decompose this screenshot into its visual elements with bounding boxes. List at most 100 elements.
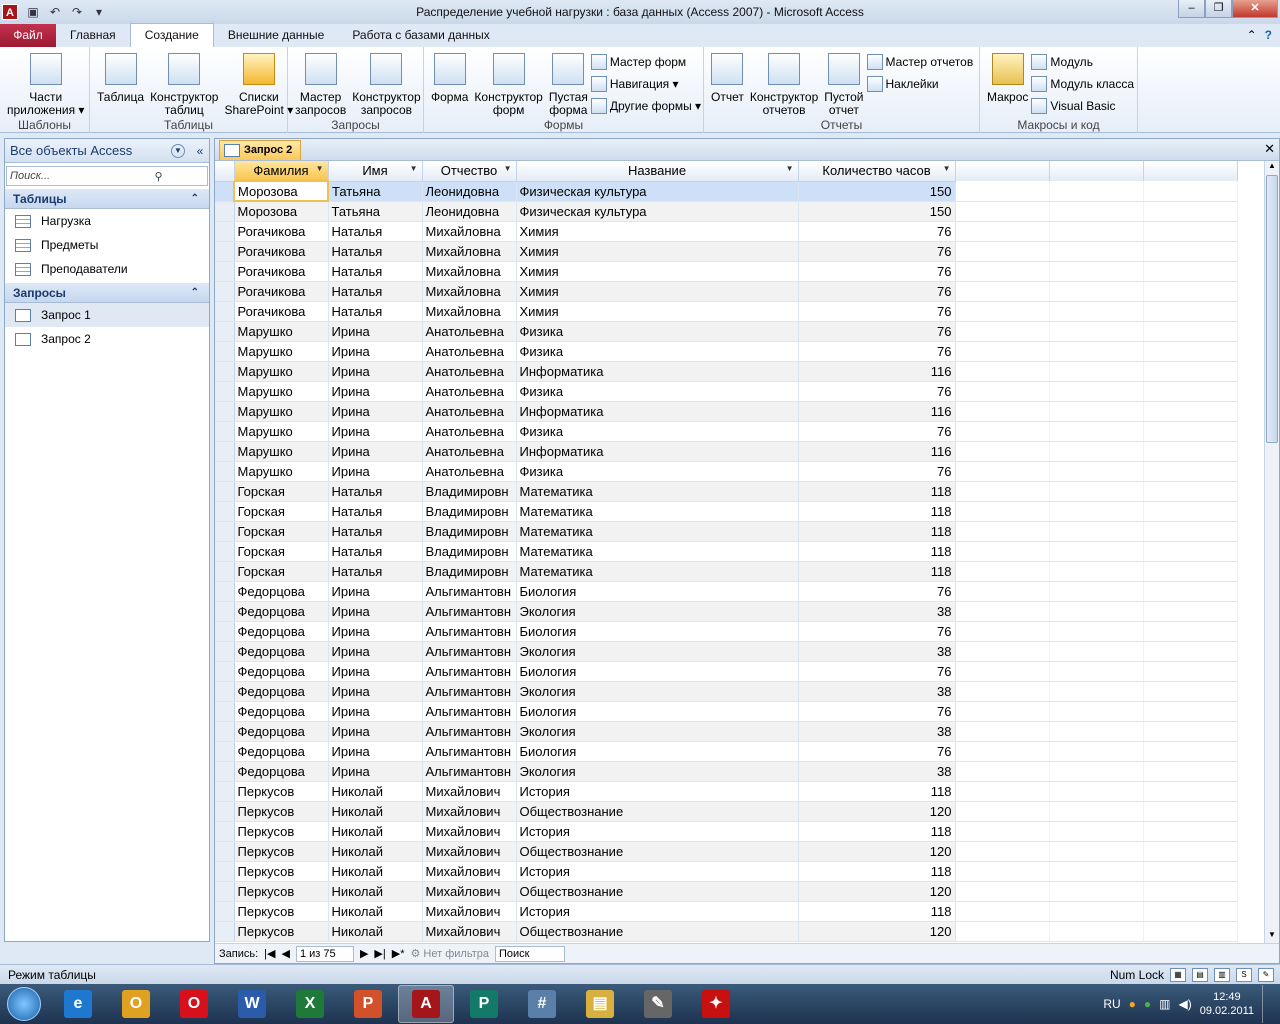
- table-cell[interactable]: Михайловна: [422, 301, 517, 322]
- table-row[interactable]: Марушко Ирина Анатольевна Физика 76: [215, 421, 1238, 442]
- first-record-icon[interactable]: |◀: [264, 947, 275, 960]
- table-cell[interactable]: Наталья: [328, 481, 423, 502]
- table-cell[interactable]: Наталья: [328, 281, 423, 302]
- chevron-down-icon[interactable]: ▼: [171, 143, 185, 158]
- table-cell[interactable]: Перкусов: [234, 861, 329, 882]
- table-cell[interactable]: 76: [798, 621, 956, 642]
- table-cell[interactable]: Михайлович: [422, 821, 517, 842]
- table-cell[interactable]: Химия: [516, 281, 799, 302]
- table-cell[interactable]: 118: [798, 901, 956, 922]
- table-cell[interactable]: Альгимантовн: [422, 641, 517, 662]
- table-cell[interactable]: Михайловна: [422, 281, 517, 302]
- table-cell[interactable]: Альгимантовн: [422, 701, 517, 722]
- table-cell[interactable]: 116: [798, 361, 956, 382]
- collapse-pane-icon[interactable]: «: [191, 144, 209, 158]
- table-row[interactable]: Марушко Ирина Анатольевна Физика 76: [215, 461, 1238, 482]
- table-cell[interactable]: Татьяна: [328, 201, 423, 222]
- nav-pane-header[interactable]: Все объекты Access ▼ «: [5, 139, 209, 163]
- row-selector[interactable]: [215, 461, 235, 482]
- table-cell[interactable]: 76: [798, 741, 956, 762]
- table-cell[interactable]: Альгимантовн: [422, 661, 517, 682]
- row-selector[interactable]: [215, 681, 235, 702]
- sort-filter-icon[interactable]: ▼: [504, 164, 512, 173]
- table-cell[interactable]: Михайлович: [422, 901, 517, 922]
- table-cell[interactable]: Анатольевна: [422, 461, 517, 482]
- table-cell[interactable]: Михайлович: [422, 861, 517, 882]
- table-cell[interactable]: Перкусов: [234, 781, 329, 802]
- table-row[interactable]: Перкусов Николай Михайлович Обществознание 1…: [215, 801, 1238, 822]
- tab-file[interactable]: Файл: [0, 24, 56, 47]
- table-cell[interactable]: Биология: [516, 581, 799, 602]
- vertical-scrollbar[interactable]: ▲ ▼: [1264, 161, 1279, 943]
- scroll-up-icon[interactable]: ▲: [1265, 161, 1279, 174]
- table-cell[interactable]: История: [516, 821, 799, 842]
- table-cell[interactable]: Обществознание: [516, 841, 799, 862]
- row-selector[interactable]: [215, 661, 235, 682]
- module-button[interactable]: Модуль: [1031, 53, 1134, 71]
- row-selector[interactable]: [215, 581, 235, 602]
- table-row[interactable]: Марушко Ирина Анатольевна Информатика 116: [215, 441, 1238, 462]
- table-cell[interactable]: Альгимантовн: [422, 581, 517, 602]
- table-cell[interactable]: Анатольевна: [422, 321, 517, 342]
- table-cell[interactable]: Экология: [516, 601, 799, 622]
- row-selector[interactable]: [215, 481, 235, 502]
- table-cell[interactable]: Горская: [234, 501, 329, 522]
- table-cell[interactable]: Альгимантовн: [422, 601, 517, 622]
- row-selector[interactable]: [215, 641, 235, 662]
- column-header[interactable]: Фамилия ▼: [234, 161, 329, 182]
- table-cell[interactable]: Михайловна: [422, 261, 517, 282]
- table-cell[interactable]: Биология: [516, 701, 799, 722]
- table-row[interactable]: Федорцова Ирина Альгимантовн Экология 38: [215, 721, 1238, 742]
- table-row[interactable]: Рогачикова Наталья Михайловна Химия 76: [215, 281, 1238, 302]
- row-selector[interactable]: [215, 361, 235, 382]
- nav-search-input[interactable]: Поиск... ⚲: [6, 166, 208, 186]
- table-cell[interactable]: Федорцова: [234, 741, 329, 762]
- table-cell[interactable]: Федорцова: [234, 641, 329, 662]
- table-cell[interactable]: 76: [798, 321, 956, 342]
- row-selector[interactable]: [215, 801, 235, 822]
- table-cell[interactable]: Ирина: [328, 721, 423, 742]
- table-cell[interactable]: Наталья: [328, 521, 423, 542]
- table-cell[interactable]: Федорцова: [234, 681, 329, 702]
- table-cell[interactable]: 76: [798, 381, 956, 402]
- table-cell[interactable]: Перкусов: [234, 821, 329, 842]
- table-cell[interactable]: Федорцова: [234, 621, 329, 642]
- table-cell[interactable]: Ирина: [328, 761, 423, 782]
- table-cell[interactable]: 120: [798, 841, 956, 862]
- table-cell[interactable]: 118: [798, 541, 956, 562]
- column-header[interactable]: Название ▼: [516, 161, 799, 182]
- row-selector[interactable]: [215, 301, 235, 322]
- table-cell[interactable]: Анатольевна: [422, 361, 517, 382]
- table-cell[interactable]: Ирина: [328, 741, 423, 762]
- taskbar-publisher-button[interactable]: P: [456, 985, 512, 1023]
- table-cell[interactable]: 118: [798, 521, 956, 542]
- table-cell[interactable]: Информатика: [516, 361, 799, 382]
- sort-filter-icon[interactable]: ▼: [316, 164, 324, 173]
- taskbar-word-button[interactable]: W: [224, 985, 280, 1023]
- table-cell[interactable]: Владимировн: [422, 501, 517, 522]
- table-cell[interactable]: Ирина: [328, 701, 423, 722]
- table-cell[interactable]: Биология: [516, 621, 799, 642]
- table-cell[interactable]: Ирина: [328, 401, 423, 422]
- table-cell[interactable]: Марушко: [234, 381, 329, 402]
- row-selector[interactable]: [215, 261, 235, 282]
- table-cell[interactable]: Наталья: [328, 221, 423, 242]
- table-row[interactable]: Морозова Татьяна Леонидовна Физическая куль…: [215, 180, 1238, 202]
- table-cell[interactable]: Наталья: [328, 301, 423, 322]
- table-cell[interactable]: Морозова: [234, 201, 329, 222]
- taskbar-outlook-button[interactable]: O: [108, 985, 164, 1023]
- tab-query-2[interactable]: Запрос 2: [219, 140, 302, 160]
- table-cell[interactable]: Михайловна: [422, 221, 517, 242]
- table-cell[interactable]: Химия: [516, 241, 799, 262]
- row-selector[interactable]: [215, 761, 235, 782]
- row-selector[interactable]: [215, 881, 235, 902]
- table-row[interactable]: Горская Наталья Владимировн Математика 118: [215, 481, 1238, 502]
- table-cell[interactable]: 76: [798, 661, 956, 682]
- table-cell[interactable]: Наталья: [328, 241, 423, 262]
- table-cell[interactable]: Николай: [328, 881, 423, 902]
- row-selector[interactable]: [215, 441, 235, 462]
- table-cell[interactable]: Марушко: [234, 321, 329, 342]
- table-cell[interactable]: 76: [798, 241, 956, 262]
- table-row[interactable]: Рогачикова Наталья Михайловна Химия 76: [215, 301, 1238, 322]
- column-header[interactable]: Количество часов ▼: [798, 161, 956, 182]
